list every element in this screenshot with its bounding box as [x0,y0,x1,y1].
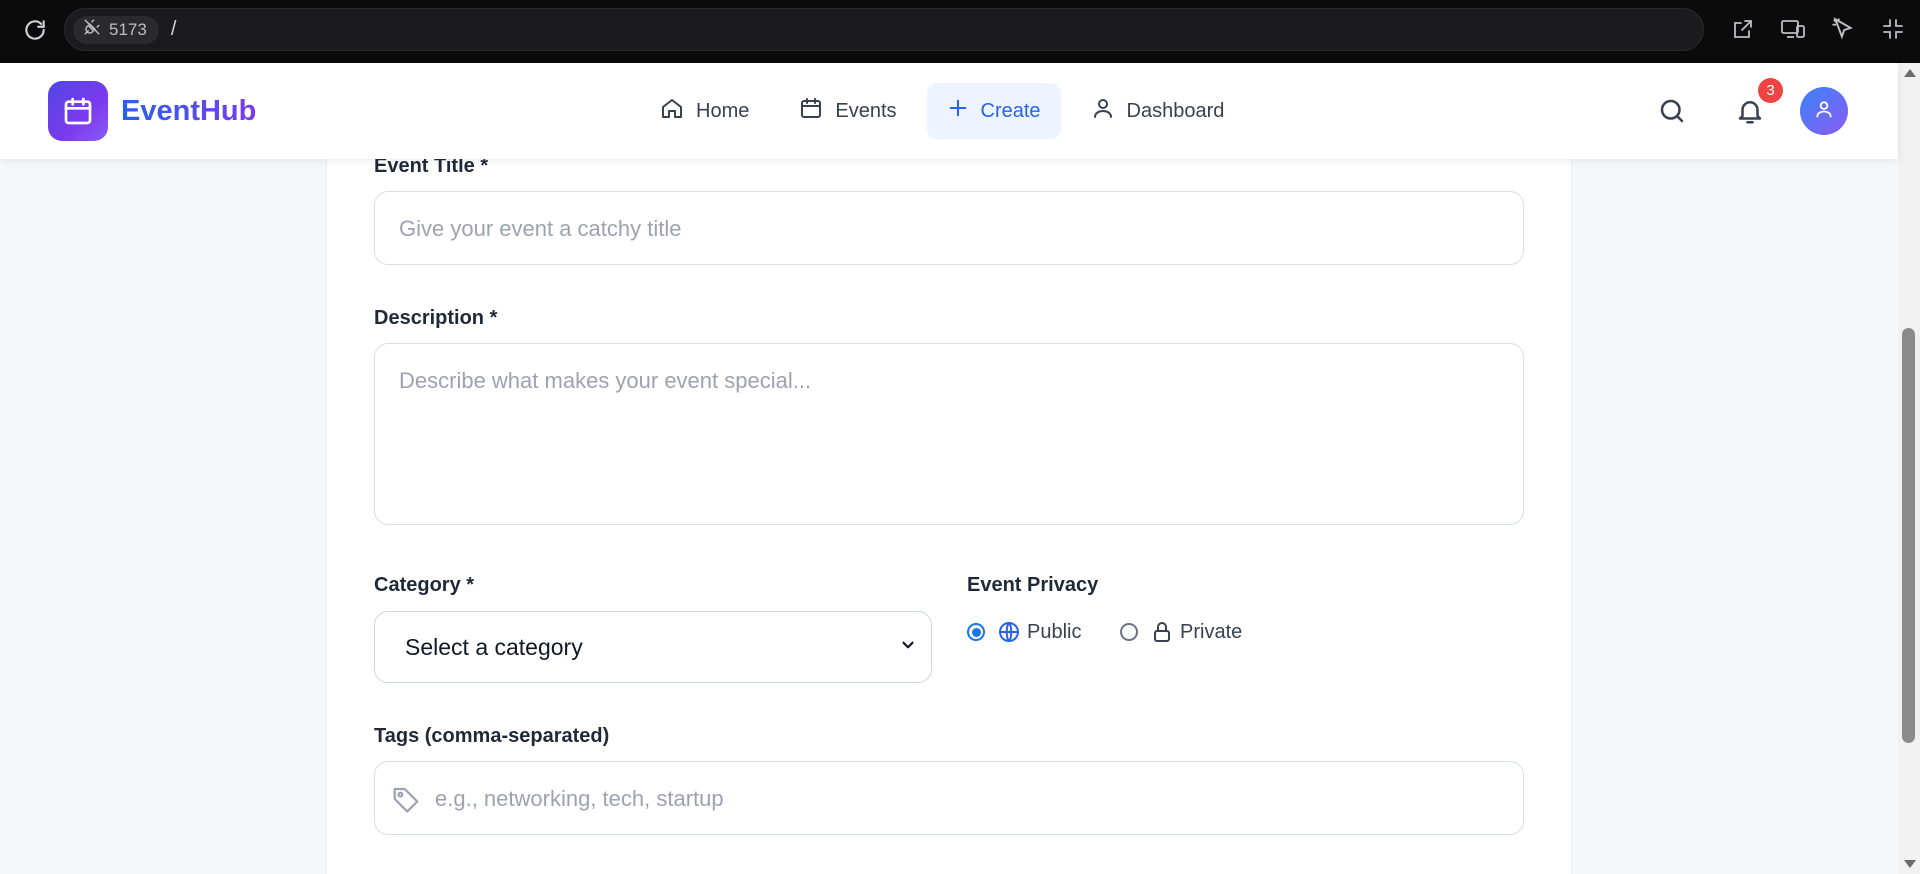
calendar-logo-icon [48,81,108,141]
address-bar[interactable]: 5173 / [64,8,1704,51]
nav-dashboard-label: Dashboard [1126,99,1225,122]
browser-chrome: 5173 / [0,0,1920,63]
port-pill[interactable]: 5173 [73,15,159,44]
nav-create-label: Create [980,99,1041,122]
nav-events-label: Events [835,99,897,122]
privacy-option-public[interactable]: Public [967,620,1081,644]
brand-name: EventHub [121,94,257,127]
open-external-icon[interactable] [1728,14,1758,44]
calendar-icon [799,96,823,126]
private-label: Private [1180,620,1243,643]
privacy-label: Event Privacy [967,574,1099,596]
url-path: / [170,18,177,40]
tags-input[interactable]: e.g., networking, tech, startup [374,761,1524,835]
tag-icon [391,784,421,819]
event-title-input[interactable]: Give your event a catchy title [374,191,1524,265]
search-icon[interactable] [1654,93,1690,129]
category-label: Category * [374,574,475,596]
minimize-icon[interactable] [1878,14,1908,44]
user-icon [1091,96,1115,126]
avatar[interactable] [1800,87,1848,135]
public-label: Public [1027,620,1082,643]
tags-placeholder: e.g., networking, tech, startup [435,786,724,811]
description-placeholder: Describe what makes your event special..… [399,368,812,393]
avatar-user-icon [1814,99,1834,124]
plug-icon [83,18,101,41]
plus-icon [947,97,969,125]
tags-label: Tags (comma-separated) [374,725,610,747]
nav-home[interactable]: Home [640,83,769,139]
event-title-placeholder: Give your event a catchy title [399,216,682,241]
chevron-down-icon [899,636,917,659]
inspect-cursor-icon[interactable] [1828,14,1858,44]
device-toggle-icon[interactable] [1778,14,1808,44]
home-icon [660,96,684,126]
reload-icon[interactable] [20,15,50,45]
nav-home-label: Home [696,99,750,122]
nav-dashboard[interactable]: Dashboard [1071,83,1245,139]
brand[interactable]: EventHub [48,81,256,141]
create-event-card: Event Title * Give your event a catchy t… [326,150,1572,874]
scroll-up-arrow-icon[interactable] [1904,69,1916,77]
private-radio[interactable] [1120,623,1138,641]
category-selected-value: Select a category [405,633,583,660]
scroll-thumb[interactable] [1902,328,1915,743]
app-header: EventHub Home Events Create Dashboard 3 [0,63,1898,159]
category-select[interactable]: Select a category [374,611,932,683]
lock-icon [1150,620,1174,644]
description-textarea[interactable]: Describe what makes your event special..… [374,343,1524,525]
nav-events[interactable]: Events [779,83,916,139]
public-radio[interactable] [967,623,985,641]
description-label: Description * [374,307,498,329]
main-nav: Home Events Create Dashboard [640,83,1244,139]
globe-icon [997,620,1021,644]
privacy-option-private[interactable]: Private [1120,620,1242,644]
port-number: 5173 [109,19,147,39]
page-scrollbar[interactable] [1898,63,1920,874]
notification-badge: 3 [1758,78,1783,103]
nav-create[interactable]: Create [926,83,1061,139]
scroll-down-arrow-icon[interactable] [1904,860,1916,868]
